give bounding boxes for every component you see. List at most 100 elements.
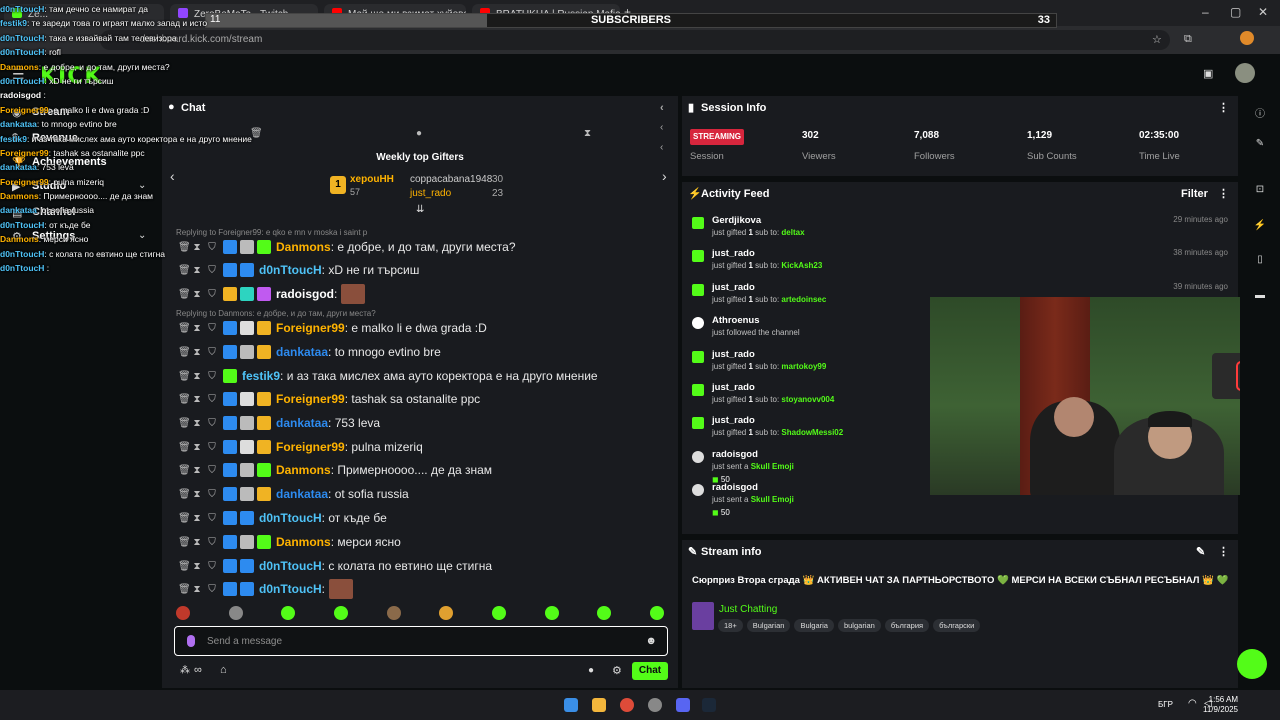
hourglass-icon[interactable]: ⧗ <box>193 561 201 572</box>
emote-icon[interactable] <box>386 606 401 620</box>
language-indicator[interactable]: БГР <box>1158 700 1173 709</box>
emote-icon[interactable] <box>544 606 559 620</box>
gear-icon[interactable]: ⚙ <box>612 664 622 677</box>
chat-message[interactable]: 🗑 ⧗ ⛉ dankataa: 753 leva <box>178 412 380 434</box>
store-icon[interactable]: ⌂ <box>220 664 227 676</box>
chat-username[interactable]: dankataa <box>276 487 328 501</box>
chat-message[interactable]: 🗑 ⧗ ⛉ Foreigner99: tashak sa ostanalite ppc <box>178 388 480 410</box>
chat-username[interactable]: d0nTtoucH <box>259 263 322 277</box>
chat-username[interactable]: d0nTtoucH <box>259 511 322 525</box>
trash-icon[interactable]: 🗑 <box>178 418 191 429</box>
trash-icon[interactable]: 🗑 <box>178 584 191 595</box>
activity-target[interactable]: stoyanovv004 <box>781 395 834 404</box>
shield-icon[interactable]: ⛉ <box>208 289 216 300</box>
chat-message[interactable]: 🗑 ⧗ ⛉ dankataa: to mnogo evtino bre <box>178 341 441 363</box>
emote-icon[interactable] <box>439 606 454 620</box>
edit-icon[interactable]: ✎ <box>1196 545 1205 558</box>
close-icon[interactable]: ✕ <box>1258 5 1268 19</box>
hourglass-icon[interactable]: ⧗ <box>193 323 201 334</box>
chat-settings-bubble-icon[interactable]: ● <box>588 665 594 676</box>
activity-username[interactable]: Athroenus <box>712 315 760 326</box>
stream-tag[interactable]: български <box>933 619 981 632</box>
chat-message[interactable]: 🗑 ⧗ ⛉ Foreigner99: e malko li e dwa grada :… <box>178 317 487 339</box>
hourglass-icon[interactable]: ⧗ <box>193 584 201 595</box>
hourglass-icon[interactable]: ⧗ <box>193 489 201 500</box>
expand-icon[interactable]: ⇊ <box>416 204 424 215</box>
chat-message[interactable]: 🗑 ⧗ ⛉ radoisgod: <box>178 283 366 305</box>
shield-icon[interactable]: ⛉ <box>208 418 216 429</box>
activity-username[interactable]: just_rado <box>712 349 755 360</box>
profile-avatar[interactable] <box>1240 31 1254 45</box>
category-thumbnail[interactable] <box>692 602 714 630</box>
chat-message[interactable]: 🗑 ⧗ ⛉ Danmons: мерси ясно <box>178 531 401 553</box>
hourglass-icon[interactable]: ⧗ <box>193 513 201 524</box>
emote-icon[interactable] <box>333 606 348 620</box>
chat-username[interactable]: Danmons <box>276 535 331 549</box>
activity-target[interactable]: Skull Emoji <box>751 462 794 471</box>
users-icon[interactable]: ⁂ <box>180 665 190 676</box>
filter-button[interactable]: Filter <box>1181 188 1208 200</box>
maximize-icon[interactable]: ▢ <box>1230 5 1241 19</box>
shield-icon[interactable]: ⛉ <box>208 489 216 500</box>
app-icon[interactable] <box>648 698 662 712</box>
url-field[interactable]: dashboard.kick.com/stream <box>100 30 1170 50</box>
shield-icon[interactable]: ⛉ <box>208 465 216 476</box>
chat-username[interactable]: Foreigner99 <box>276 440 345 454</box>
chat-message[interactable]: 🗑 ⧗ ⛉ d0nTtoucH: <box>178 578 354 600</box>
chrome-icon[interactable] <box>620 698 634 712</box>
lightning-icon[interactable]: ⚡ <box>1252 220 1268 236</box>
emote-icon[interactable] <box>491 606 506 620</box>
trash-icon[interactable]: 🗑 <box>178 489 191 500</box>
more-icon[interactable]: ⋮ <box>1218 545 1229 558</box>
shield-icon[interactable]: ⛉ <box>208 347 216 358</box>
chat-username[interactable]: dankataa <box>276 416 328 430</box>
send-chat-button[interactable]: Chat <box>632 662 668 680</box>
emote-icon[interactable] <box>597 606 612 620</box>
chat-username[interactable]: dankataa <box>276 345 328 359</box>
shield-icon[interactable]: ⛉ <box>208 371 216 382</box>
activity-username[interactable]: just_rado <box>712 382 755 393</box>
emote-icon[interactable] <box>649 606 664 620</box>
activity-username[interactable]: radoisgod <box>712 482 758 493</box>
chat-toggle-icon[interactable]: ▬ <box>1252 290 1268 306</box>
chat-input[interactable]: Send a message ☻ <box>174 626 668 656</box>
hourglass-icon[interactable]: ⧗ <box>193 289 201 300</box>
next-arrow-icon[interactable]: › <box>662 168 667 184</box>
info-icon[interactable]: ⓘ <box>1252 105 1268 121</box>
minimize-icon[interactable]: – <box>1202 5 1209 19</box>
activity-target[interactable]: ShadowMessi02 <box>781 428 843 437</box>
chat-username[interactable]: festik9 <box>242 369 280 383</box>
more-icon[interactable]: ⋮ <box>1218 101 1229 114</box>
target-icon[interactable]: ⊡ <box>1252 184 1268 200</box>
wifi-icon[interactable]: ◠ <box>1188 698 1197 709</box>
hourglass-icon[interactable]: ⧗ <box>193 371 201 382</box>
star-icon[interactable]: ☆ <box>1152 33 1162 46</box>
collapse-icon[interactable]: ‹ <box>660 102 664 114</box>
activity-username[interactable]: just_rado <box>712 415 755 426</box>
chat-username[interactable]: Foreigner99 <box>276 321 345 335</box>
hourglass-icon[interactable]: ⧗ <box>584 128 591 139</box>
activity-target[interactable]: martokoy99 <box>781 362 826 371</box>
shield-icon[interactable]: ⛉ <box>208 561 216 572</box>
activity-username[interactable]: radoisgod <box>712 449 758 460</box>
hourglass-icon[interactable]: ⧗ <box>193 394 201 405</box>
file-explorer-icon[interactable] <box>592 698 606 712</box>
chat-message[interactable]: 🗑 ⧗ ⛉ d0nTtoucH: от къде бе <box>178 507 387 529</box>
shield-icon[interactable]: ⛉ <box>208 394 216 405</box>
shield-icon[interactable]: ⛉ <box>208 442 216 453</box>
extensions-icon[interactable]: ⧉ <box>1184 33 1192 46</box>
activity-target[interactable]: KickAsh23 <box>781 261 822 270</box>
hourglass-icon[interactable]: ⧗ <box>193 465 201 476</box>
category-link[interactable]: Just Chatting <box>719 604 777 615</box>
microphone-icon[interactable] <box>187 635 195 647</box>
hourglass-icon[interactable]: ⧗ <box>193 537 201 548</box>
chat-username[interactable]: Danmons <box>276 463 331 477</box>
chat-username[interactable]: d0nTtoucH <box>259 559 322 573</box>
stream-tag[interactable]: Bulgaria <box>794 619 834 632</box>
discord-icon[interactable] <box>676 698 690 712</box>
system-clock[interactable]: 1:56 AM 11/9/2025 <box>1203 695 1238 715</box>
trash-icon[interactable]: 🗑 <box>178 323 191 334</box>
more-icon[interactable]: ⋮ <box>1218 187 1229 200</box>
activity-target[interactable]: artedoinsec <box>781 295 826 304</box>
hourglass-icon[interactable]: ⧗ <box>193 347 201 358</box>
